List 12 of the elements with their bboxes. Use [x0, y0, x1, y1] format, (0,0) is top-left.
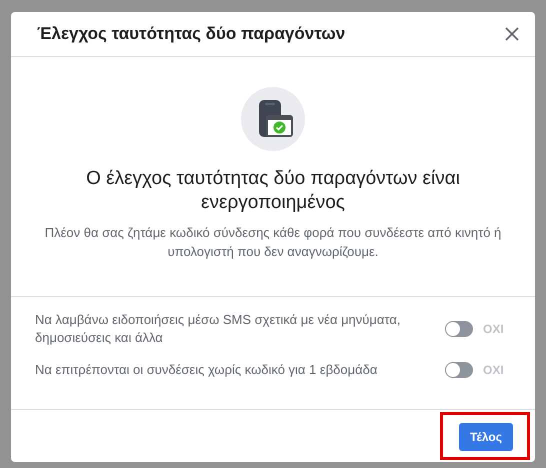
done-button[interactable]: Τέλος — [459, 423, 513, 451]
toggle-state-label: ΟΧΙ — [483, 363, 505, 377]
setting-label: Να επιτρέπονται οι συνδέσεις χωρίς κωδικό για 1 εβδομάδα — [35, 361, 378, 379]
toggle-switch[interactable] — [445, 362, 473, 378]
dialog-title: Έλεγχος ταυτότητας δύο παραγόντων — [37, 24, 346, 44]
setting-label: Να λαμβάνω ειδοποιήσεις μέσω SMS σχετικά με νέα μηνύματα, δημοσιεύσεις και άλλα — [35, 311, 402, 347]
phone-computer-check-icon — [241, 87, 305, 151]
status-heading: Ο έλεγχος ταυτότητας δύο παραγόντων είναι ενεργοποιημένος — [85, 167, 461, 215]
toggle-state-label: ΟΧΙ — [483, 322, 505, 336]
close-icon[interactable] — [505, 27, 519, 41]
status-description: Πλέον θα σας ζητάμε κωδικό σύνδεσης κάθε φορά που συνδέεστε από κινητό ή υπολογιστή που δεν αναγνωρίζουμε. — [44, 224, 502, 261]
toggle-switch[interactable] — [445, 321, 473, 337]
